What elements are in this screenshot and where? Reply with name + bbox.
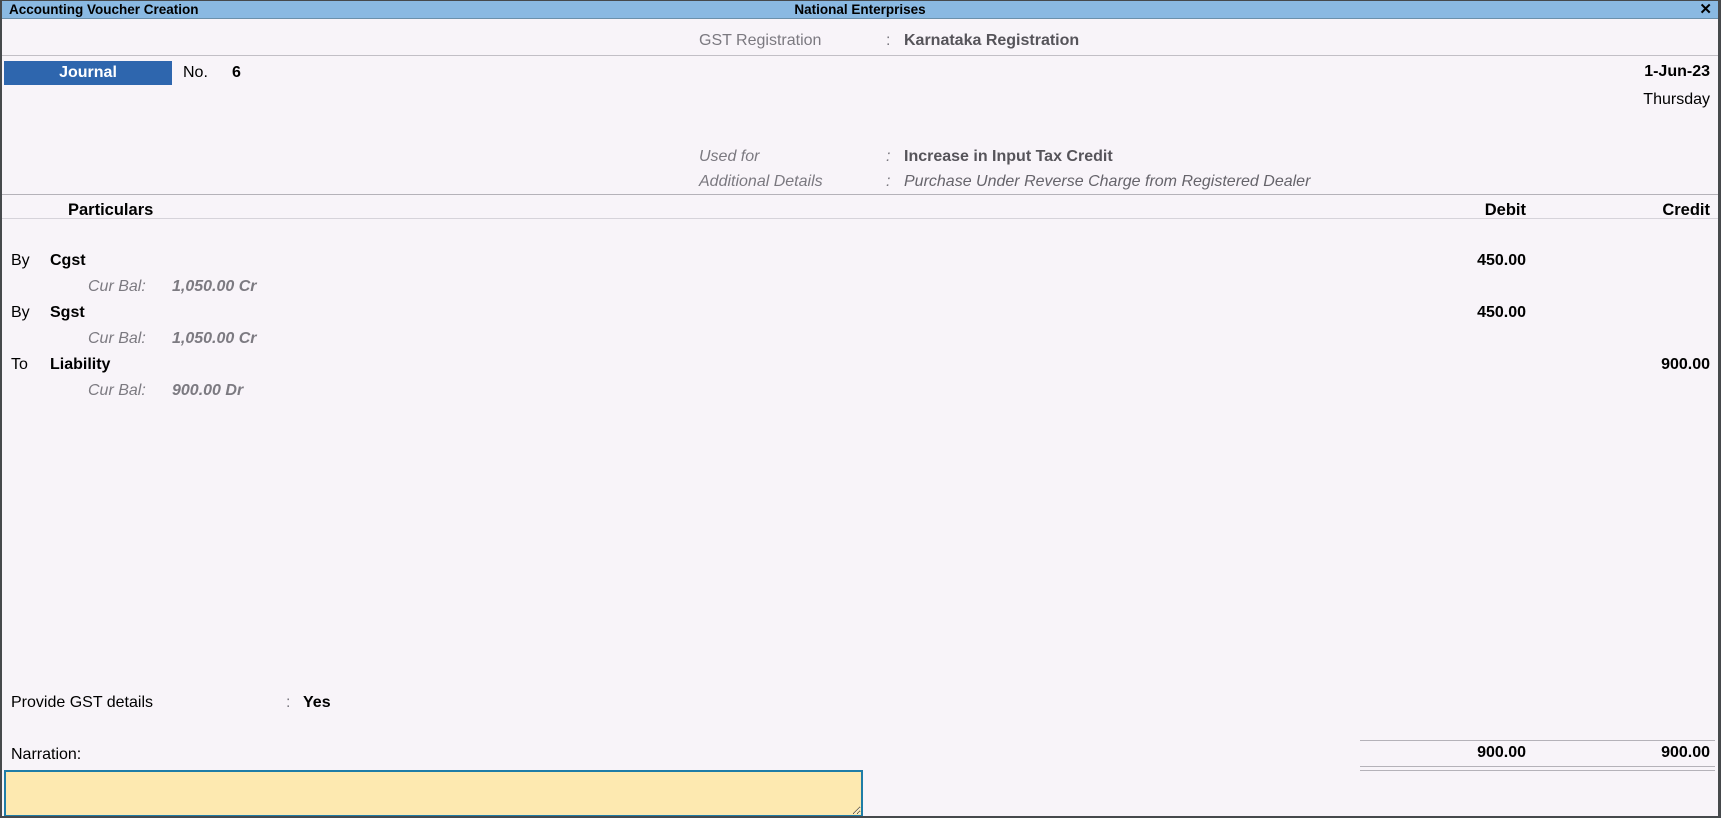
cur-bal-value: 1,050.00 Cr <box>172 278 257 296</box>
totals-bottom-rule <box>1360 770 1715 771</box>
narration-label: Narration: <box>11 746 81 764</box>
close-icon[interactable]: ✕ <box>1699 1 1712 18</box>
totals-bottom-rule <box>1360 766 1715 767</box>
separator-line <box>2 194 1718 195</box>
table-row: By Cgst Cur Bal: 1,050.00 Cr 450.00 <box>2 252 1718 304</box>
entry-type[interactable]: By <box>11 304 30 322</box>
debit-amount[interactable]: 450.00 <box>1477 304 1526 322</box>
narration-input[interactable] <box>4 770 863 817</box>
total-credit: 900.00 <box>1661 744 1710 762</box>
gst-registration-label: GST Registration <box>699 32 821 50</box>
additional-details-label: Additional Details <box>699 173 823 191</box>
voucher-day: Thursday <box>1643 91 1710 109</box>
totals-top-rule <box>1360 740 1715 741</box>
voucher-date[interactable]: 1-Jun-23 <box>1644 63 1710 81</box>
used-for-colon: : <box>886 148 890 166</box>
gst-registration-colon: : <box>886 32 890 50</box>
separator-line <box>2 218 1718 219</box>
credit-amount[interactable]: 900.00 <box>1661 356 1710 374</box>
entry-type[interactable]: By <box>11 252 30 270</box>
gst-registration-value[interactable]: Karnataka Registration <box>904 32 1079 50</box>
additional-details-colon: : <box>886 173 890 191</box>
entry-type[interactable]: To <box>11 356 28 374</box>
company-name: National Enterprises <box>2 2 1718 17</box>
used-for-value[interactable]: Increase in Input Tax Credit <box>904 148 1113 166</box>
cur-bal-value: 900.00 Dr <box>172 382 243 400</box>
voucher-no-label: No. <box>183 64 208 82</box>
table-row: To Liability Cur Bal: 900.00 Dr 900.00 <box>2 356 1718 408</box>
cur-bal-value: 1,050.00 Cr <box>172 330 257 348</box>
voucher-type-button[interactable]: Journal <box>4 61 172 85</box>
separator-line <box>2 55 1718 56</box>
voucher-no-value[interactable]: 6 <box>232 64 241 82</box>
provide-gst-colon: : <box>286 694 290 712</box>
provide-gst-value[interactable]: Yes <box>303 694 331 712</box>
cur-bal-label: Cur Bal: <box>88 330 146 348</box>
title-bar: Accounting Voucher Creation National Ent… <box>2 1 1718 19</box>
ledger-name[interactable]: Cgst <box>50 252 86 270</box>
provide-gst-label: Provide GST details <box>11 694 153 712</box>
accounting-voucher-window: Accounting Voucher Creation National Ent… <box>0 0 1721 818</box>
debit-amount[interactable]: 450.00 <box>1477 252 1526 270</box>
table-row: By Sgst Cur Bal: 1,050.00 Cr 450.00 <box>2 304 1718 356</box>
cur-bal-label: Cur Bal: <box>88 278 146 296</box>
cur-bal-label: Cur Bal: <box>88 382 146 400</box>
additional-details-value[interactable]: Purchase Under Reverse Charge from Regis… <box>904 173 1310 191</box>
used-for-label: Used for <box>699 148 759 166</box>
ledger-name[interactable]: Liability <box>50 356 110 374</box>
total-debit: 900.00 <box>1477 744 1526 762</box>
ledger-name[interactable]: Sgst <box>50 304 85 322</box>
